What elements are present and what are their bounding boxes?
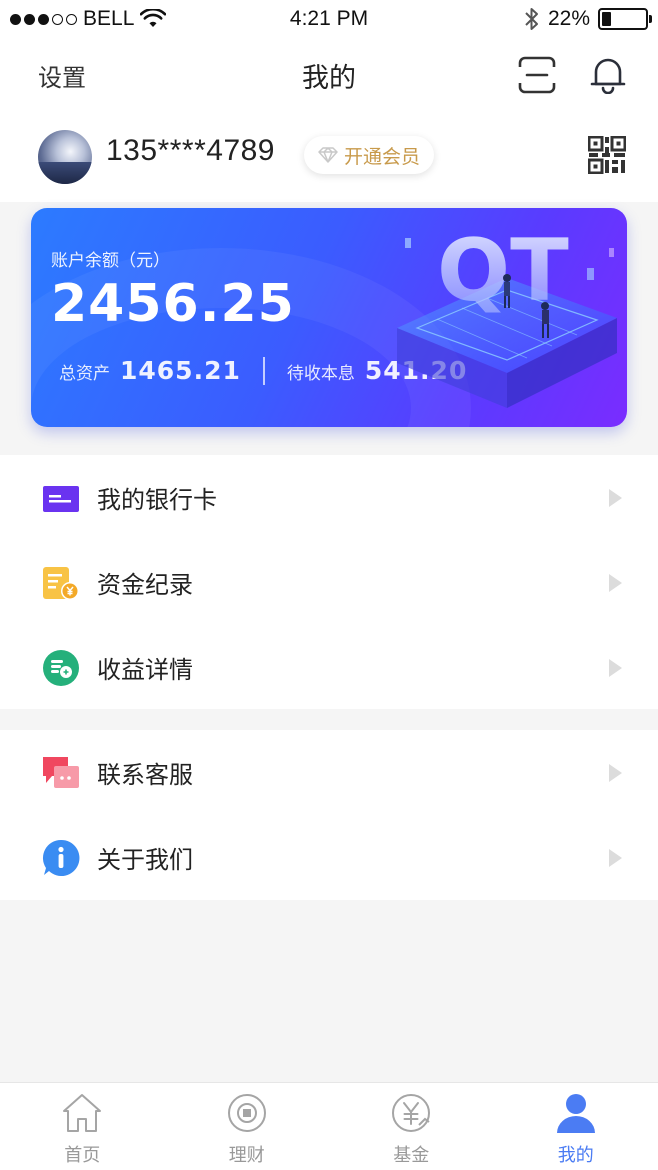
bluetooth-icon [525,8,538,30]
user-icon [556,1094,595,1133]
balance-card[interactable]: 账户余额（元） 2456.25 总资产 1465.21 待收本息 541.20 [31,208,627,427]
scan-icon[interactable] [518,56,556,94]
status-bar: BELL 4:21 PM 22% [0,0,658,38]
menu-group-account: 我的银行卡 资金纪录 收益详情 [0,455,658,709]
tab-label: 理财 [228,1145,265,1166]
home-icon [63,1094,102,1132]
isometric-illustration: QT [397,221,617,408]
customer-service-icon [43,756,79,788]
balance-amount: 2456.25 [51,274,295,334]
profile-row: 135****4789 开通会员 [0,112,658,202]
balance-label: 账户余额（元） [51,251,170,271]
status-time: 4:21 PM [289,7,369,30]
info-icon [42,839,80,876]
wealth-icon [227,1094,266,1132]
vip-label: 开通会员 [343,145,420,168]
tab-home[interactable]: 首页 [0,1083,165,1170]
chevron-right-icon [609,488,622,507]
tab-label: 基金 [393,1145,430,1166]
menu-label: 资金纪录 [97,571,193,599]
battery-icon [598,8,652,30]
tab-label: 我的 [557,1145,594,1166]
chevron-right-icon [609,573,622,592]
open-vip-button[interactable]: 开通会员 [304,136,434,174]
menu-label: 我的银行卡 [97,486,217,514]
menu-item-fund-record[interactable]: 资金纪录 [0,540,658,625]
bell-icon[interactable] [588,54,628,94]
signal-strength-icon [10,13,77,25]
tab-label: 首页 [64,1145,101,1166]
tab-bar: 首页 理财 基金 我的 [0,1082,658,1170]
fund-icon [392,1094,431,1132]
user-phone: 135****4789 [106,134,275,167]
menu-item-customer-service[interactable]: 联系客服 [0,730,658,815]
wifi-icon [140,9,167,27]
chevron-right-icon [609,763,622,782]
carrier-name: BELL [83,7,135,30]
menu-item-bank-card[interactable]: 我的银行卡 [0,455,658,540]
pending-interest-label: 待收本息 [286,364,355,384]
menu-label: 关于我们 [97,846,193,874]
tab-mine[interactable]: 我的 [494,1083,658,1170]
avatar[interactable] [38,130,92,184]
menu-group-support: 联系客服 关于我们 [0,730,658,900]
diamond-icon [318,147,338,163]
bank-card-icon [43,485,79,512]
menu-label: 联系客服 [97,761,193,789]
illustration-letters: QT [437,221,569,321]
tab-wealth[interactable]: 理财 [165,1083,330,1170]
page-title: 我的 [302,63,356,94]
menu-item-about-us[interactable]: 关于我们 [0,815,658,900]
tab-fund[interactable]: 基金 [329,1083,494,1170]
menu-item-income-detail[interactable]: 收益详情 [0,625,658,710]
menu-label: 收益详情 [97,656,193,684]
chevron-right-icon [609,848,622,867]
battery-percent: 22% [547,7,590,30]
chevron-right-icon [609,658,622,677]
total-assets-label: 总资产 [59,364,110,384]
income-detail-icon [43,649,79,686]
total-assets-value: 1465.21 [120,356,241,385]
qr-code-icon[interactable] [588,136,626,174]
fund-record-icon [43,566,79,600]
nav-bar: 设置 我的 [0,38,658,112]
divider [262,356,265,385]
